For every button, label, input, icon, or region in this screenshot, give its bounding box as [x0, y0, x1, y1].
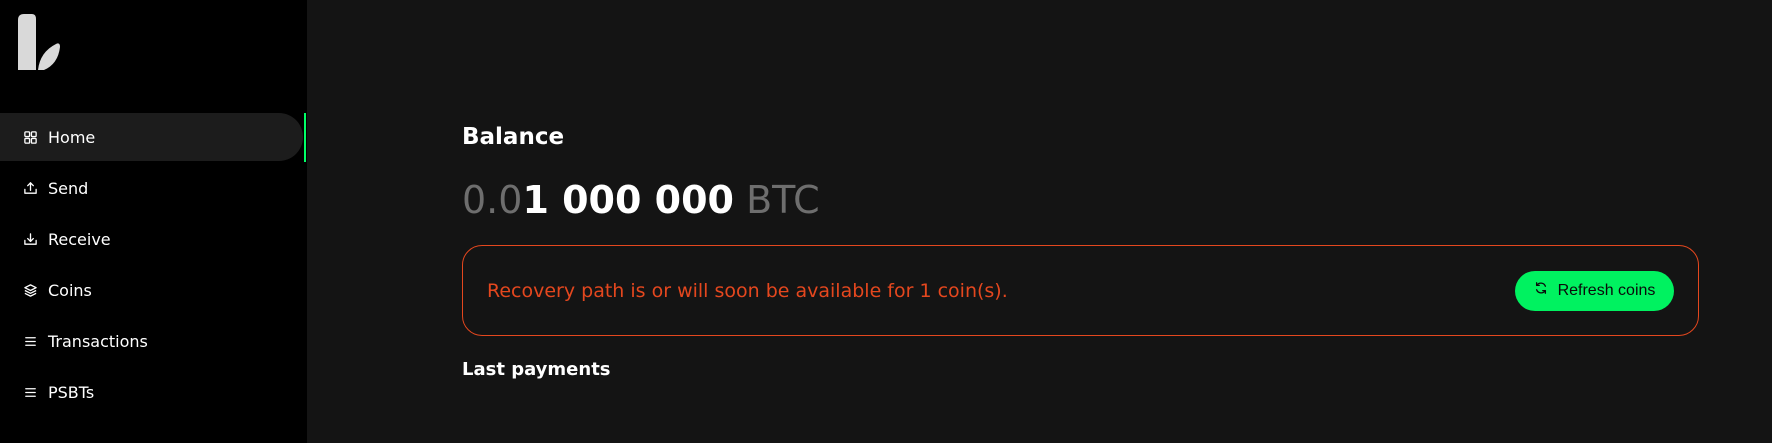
sidebar-item-label: PSBTs [48, 382, 95, 402]
upload-icon [22, 180, 38, 196]
sidebar-item-receive[interactable]: Receive [0, 215, 304, 263]
balance-strong-value: 1 000 000 [522, 178, 734, 222]
sidebar-item-label: Receive [48, 229, 111, 249]
wallet-logo-icon[interactable] [16, 14, 60, 72]
balance-title: Balance [462, 124, 565, 150]
list-icon [22, 384, 38, 400]
download-icon [22, 231, 38, 247]
balance-dim-prefix: 0.0 [462, 178, 523, 222]
balance-amount: 0.01 000 000 BTC [462, 177, 820, 223]
sidebar-nav: Home Send Receive Coins Transactions PSB… [0, 113, 307, 419]
sidebar: Home Send Receive Coins Transactions PSB… [0, 0, 307, 443]
main-content: Balance 0.01 000 000 BTC Recovery path i… [307, 0, 1772, 443]
recovery-alert-text: Recovery path is or will soon be availab… [487, 279, 1008, 302]
sidebar-item-label: Home [48, 127, 96, 147]
refresh-icon [1534, 281, 1548, 300]
sidebar-item-home[interactable]: Home [0, 113, 303, 161]
grid-icon [22, 129, 38, 145]
refresh-coins-label: Refresh coins [1557, 281, 1656, 299]
sidebar-item-send[interactable]: Send [0, 164, 304, 212]
active-nav-indicator [304, 113, 306, 162]
sidebar-item-label: Transactions [48, 331, 148, 351]
last-payments-title: Last payments [462, 359, 611, 380]
layers-icon [22, 282, 38, 298]
sidebar-item-psbts[interactable]: PSBTs [0, 368, 304, 416]
sidebar-item-label: Coins [48, 280, 92, 300]
balance-unit: BTC [746, 178, 820, 222]
sidebar-item-coins[interactable]: Coins [0, 266, 304, 314]
list-icon [22, 333, 38, 349]
sidebar-item-label: Send [48, 178, 89, 198]
sidebar-item-transactions[interactable]: Transactions [0, 317, 304, 365]
refresh-coins-button[interactable]: Refresh coins [1515, 270, 1674, 311]
recovery-alert: Recovery path is or will soon be availab… [462, 245, 1699, 336]
